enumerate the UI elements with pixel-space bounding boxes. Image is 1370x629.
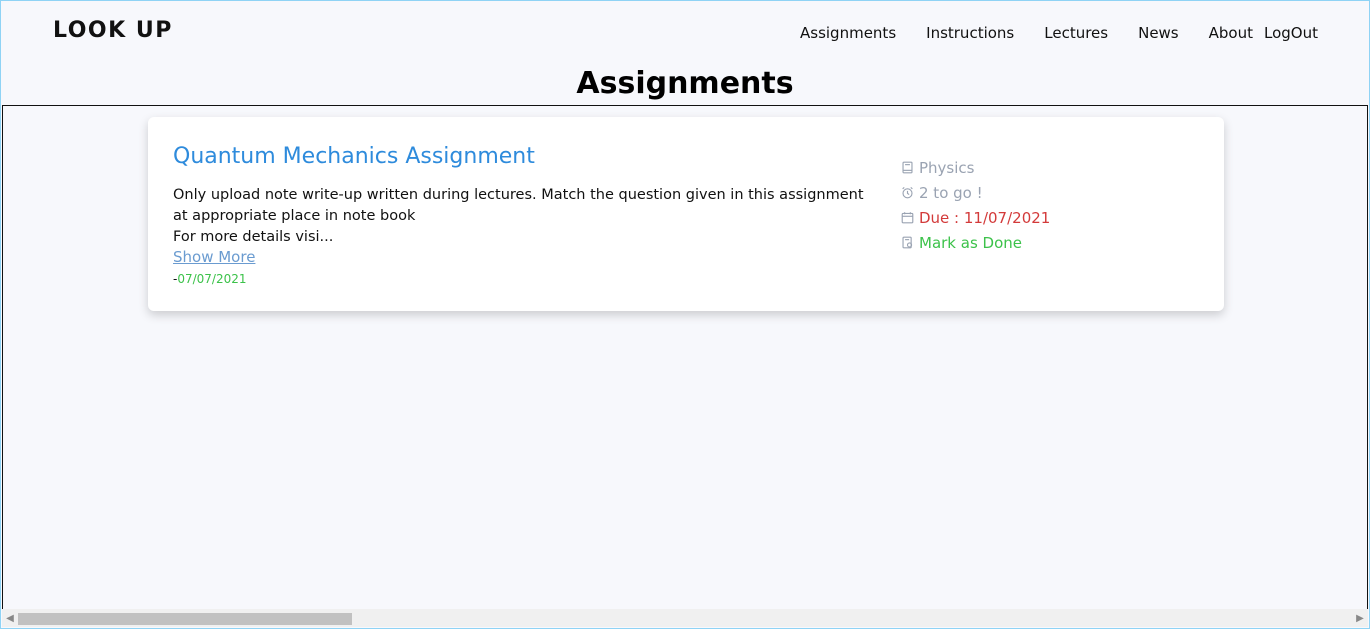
brand-logo[interactable]: LOOK UP <box>53 18 173 43</box>
assignment-card: Quantum Mechanics Assignment Only upload… <box>148 117 1224 311</box>
page-title: Assignments <box>576 66 794 101</box>
due-row: Due : 11/07/2021 <box>901 205 1050 230</box>
description-truncated: For more details visi... <box>173 229 334 245</box>
scroll-right-icon[interactable]: ▶ <box>1352 609 1368 627</box>
book-icon <box>902 161 913 174</box>
posted-date-value: 07/07/2021 <box>177 272 247 286</box>
nav-link-news[interactable]: News <box>1138 24 1179 42</box>
horizontal-scrollbar[interactable]: ◀ ▶ <box>2 609 1368 627</box>
subject-label: Physics <box>919 158 975 177</box>
nav-link-assignments[interactable]: Assignments <box>800 24 896 42</box>
alarm-clock-icon <box>902 187 913 199</box>
remaining-row: 2 to go ! <box>901 180 1050 205</box>
scrollbar-thumb[interactable] <box>18 613 352 625</box>
subject-row: Physics <box>901 155 1050 180</box>
description-text: Only upload note write-up written during… <box>173 187 864 224</box>
logout-link[interactable]: LogOut <box>1264 24 1318 42</box>
nav-link-lectures[interactable]: Lectures <box>1044 24 1108 42</box>
mark-done-button[interactable]: Mark as Done <box>901 230 1050 255</box>
nav-link-about[interactable]: About <box>1209 24 1253 42</box>
remaining-label: 2 to go ! <box>919 183 983 202</box>
checklist-icon <box>902 236 913 249</box>
calendar-icon <box>901 212 914 224</box>
assignment-description: Only upload note write-up written during… <box>173 185 873 248</box>
scroll-left-icon[interactable]: ◀ <box>2 609 18 627</box>
due-label: Due : 11/07/2021 <box>919 208 1051 227</box>
assignment-title[interactable]: Quantum Mechanics Assignment <box>173 144 535 169</box>
nav-links: Assignments Instructions Lectures News A… <box>770 24 1318 42</box>
assignments-list: Quantum Mechanics Assignment Only upload… <box>2 105 1368 610</box>
navbar: LOOK UP Assignments Instructions Lecture… <box>0 0 1370 66</box>
assignment-meta: Physics 2 to go ! Due : 11/07/2021 Mark … <box>901 155 1050 255</box>
nav-link-instructions[interactable]: Instructions <box>926 24 1014 42</box>
show-more-link[interactable]: Show More <box>173 248 255 266</box>
posted-date: -07/07/2021 <box>173 272 247 286</box>
mark-done-label: Mark as Done <box>919 233 1022 252</box>
